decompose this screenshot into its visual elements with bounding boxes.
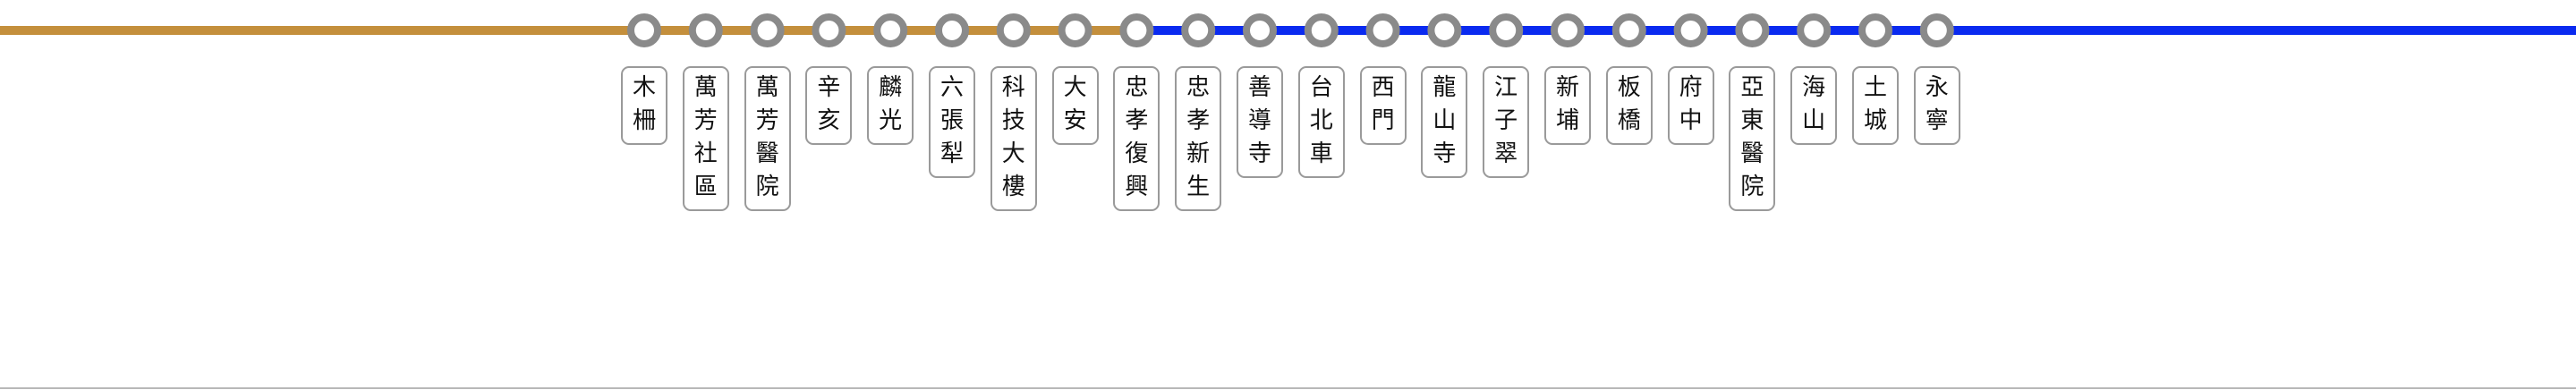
- station-label: 海山: [1790, 66, 1838, 145]
- station-label: 木柵: [621, 66, 667, 145]
- station-label: 科技大樓: [990, 66, 1037, 211]
- station-label: 忠孝新生: [1175, 66, 1222, 211]
- station-label: 大安: [1051, 66, 1099, 145]
- station-label: 龍山寺: [1421, 66, 1468, 178]
- station-label: 府中: [1667, 66, 1714, 145]
- station-label: 板橋: [1605, 66, 1653, 145]
- station-label: 萬芳醫院: [744, 66, 791, 211]
- station-label: 江子翠: [1483, 66, 1530, 178]
- station-label: 善導寺: [1237, 66, 1283, 178]
- station-label: 西門: [1359, 66, 1407, 145]
- bottom-divider: [0, 387, 2576, 389]
- station-label: 台北車: [1297, 66, 1345, 178]
- station-label: 忠孝復興: [1113, 66, 1160, 211]
- station-label: 亞東醫院: [1729, 66, 1776, 211]
- station-label: 新埔: [1544, 66, 1591, 145]
- station-label: 萬芳社區: [682, 66, 729, 211]
- station-label: 辛亥: [805, 66, 853, 145]
- station-label: 六張犁: [929, 66, 975, 178]
- station-label: 麟光: [867, 66, 914, 145]
- station-labels: 木柵 萬芳社區 萬芳醫院 辛亥 麟光 六張犁 科技大樓 大安 忠孝復興 忠孝新生 善導寺 台北車 西門龍…: [0, 0, 2576, 390]
- station-label: 土城: [1852, 66, 1899, 145]
- station-label: 永寧: [1913, 66, 1960, 145]
